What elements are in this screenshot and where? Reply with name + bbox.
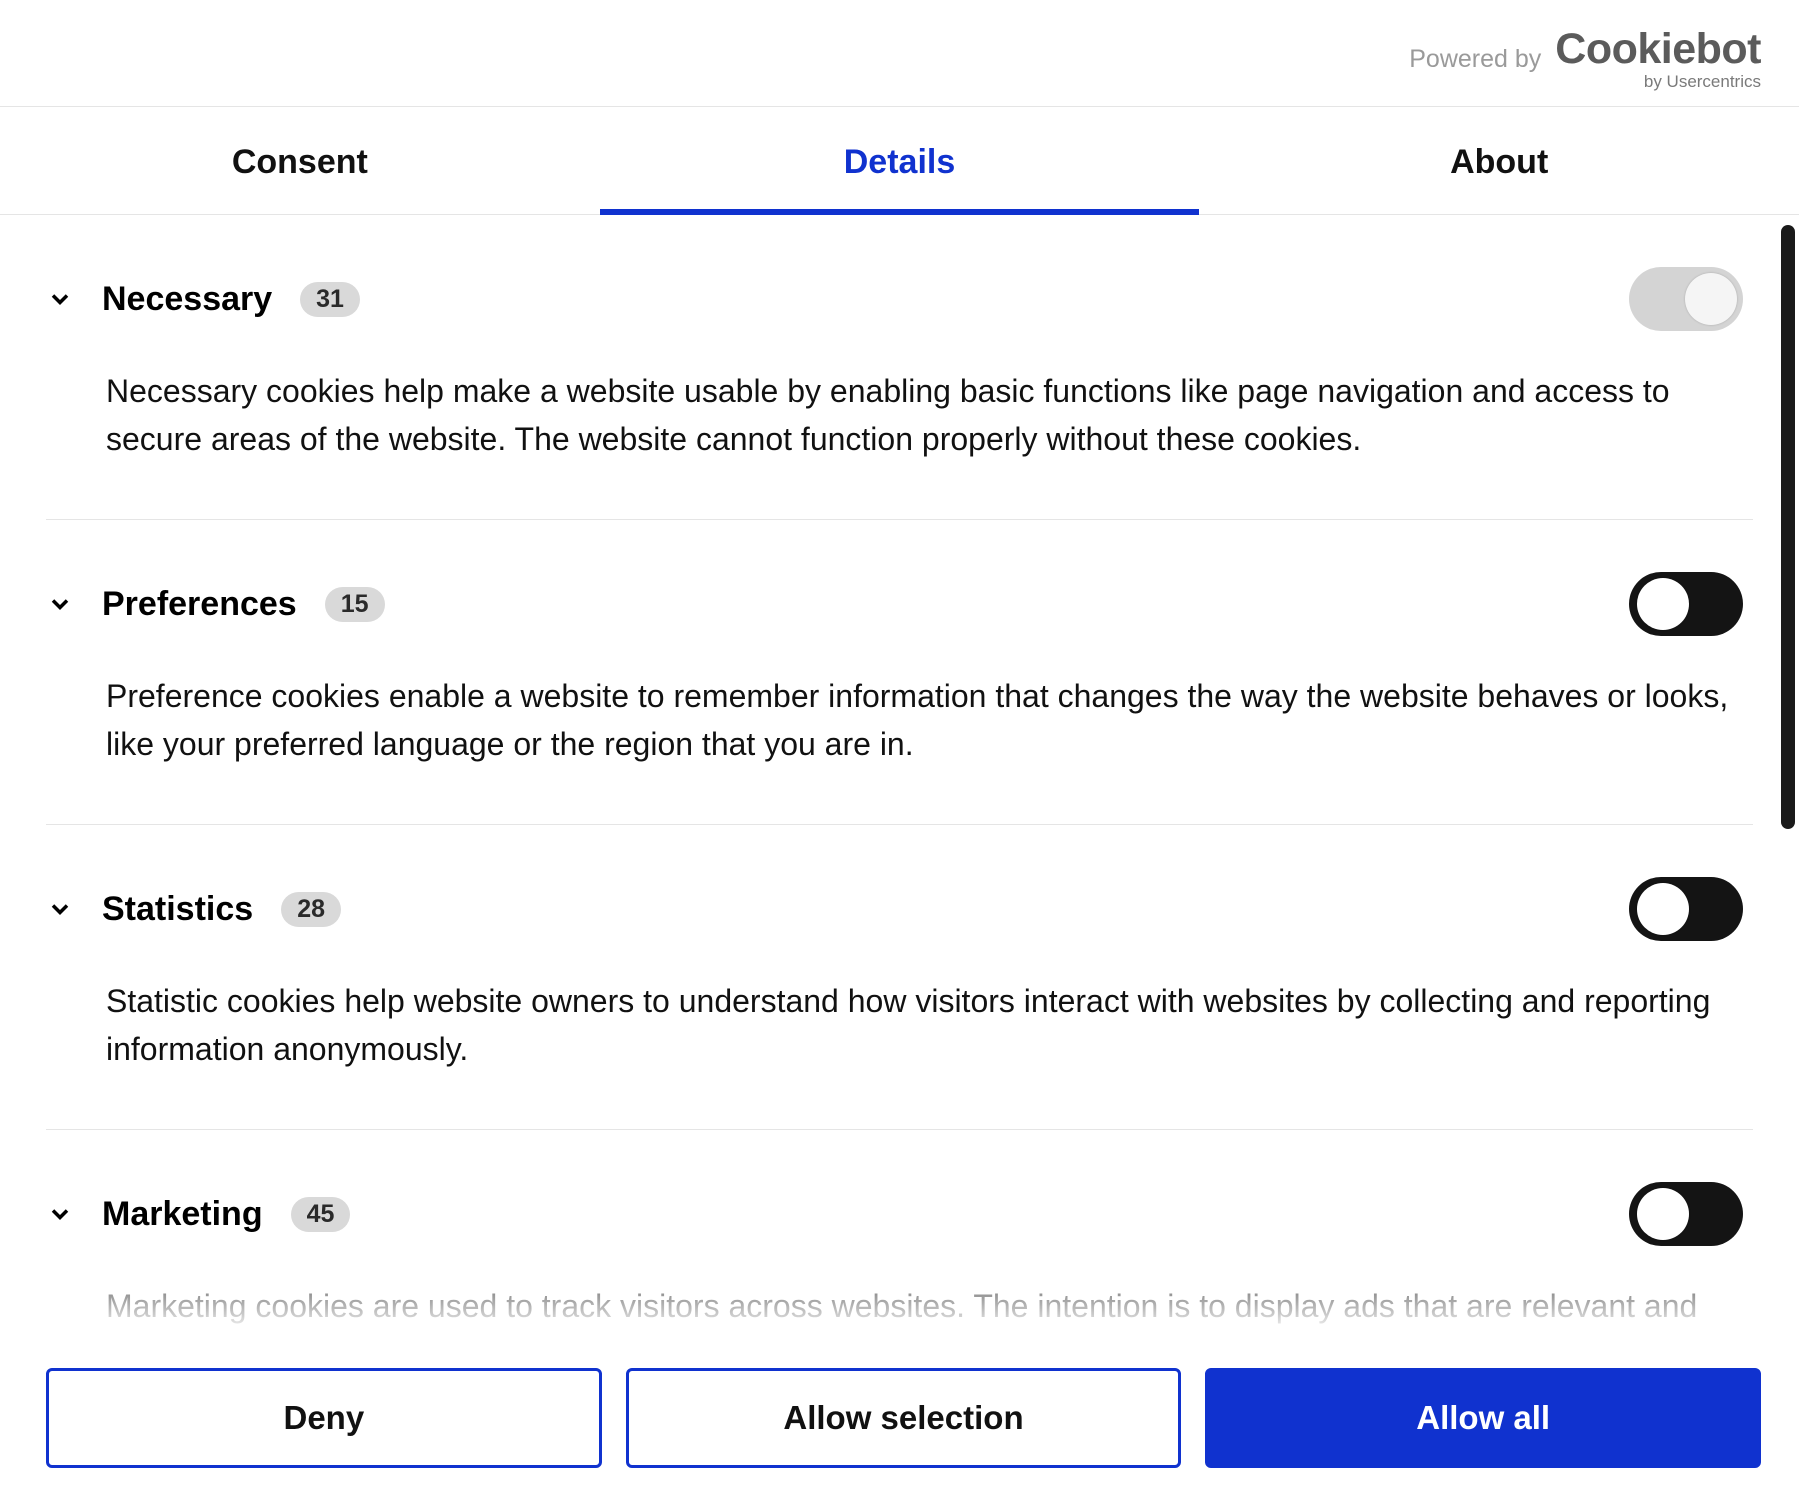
allow-selection-button[interactable]: Allow selection — [626, 1368, 1182, 1468]
tab-consent[interactable]: Consent — [0, 107, 600, 214]
category-count-badge: 28 — [281, 892, 341, 927]
toggle-marketing[interactable] — [1629, 1182, 1743, 1246]
content-wrapper: Necessary 31 Necessary cookies help make… — [0, 215, 1799, 1334]
chevron-down-icon[interactable] — [46, 895, 74, 923]
category-description: Preference cookies enable a website to r… — [106, 672, 1753, 768]
toggle-knob — [1637, 578, 1689, 630]
toggle-knob — [1637, 883, 1689, 935]
category-necessary: Necessary 31 Necessary cookies help make… — [46, 215, 1753, 520]
brand-sub: by Usercentrics — [1644, 73, 1761, 90]
category-description: Necessary cookies help make a website us… — [106, 367, 1753, 463]
deny-button[interactable]: Deny — [46, 1368, 602, 1468]
chevron-down-icon[interactable] — [46, 285, 74, 313]
toggle-knob — [1685, 273, 1737, 325]
chevron-down-icon[interactable] — [46, 1200, 74, 1228]
tab-about[interactable]: About — [1199, 107, 1799, 214]
category-title: Marketing — [102, 1195, 263, 1234]
category-count-badge: 45 — [291, 1197, 351, 1232]
chevron-down-icon[interactable] — [46, 590, 74, 618]
content-scroll[interactable]: Necessary 31 Necessary cookies help make… — [0, 215, 1799, 1334]
footer: Deny Allow selection Allow all — [0, 1334, 1799, 1502]
category-description: Marketing cookies are used to track visi… — [106, 1282, 1753, 1334]
category-title: Statistics — [102, 890, 253, 929]
cookiebot-logo: Cookiebot by Usercentrics — [1555, 28, 1761, 90]
allow-all-button[interactable]: Allow all — [1205, 1368, 1761, 1468]
toggle-preferences[interactable] — [1629, 572, 1743, 636]
category-count-badge: 15 — [325, 587, 385, 622]
category-preferences: Preferences 15 Preference cookies enable… — [46, 520, 1753, 825]
header: Powered by Cookiebot by Usercentrics — [0, 0, 1799, 107]
category-title: Necessary — [102, 280, 272, 319]
category-description: Statistic cookies help website owners to… — [106, 977, 1753, 1073]
category-count-badge: 31 — [300, 282, 360, 317]
toggle-knob — [1637, 1188, 1689, 1240]
powered-by-label[interactable]: Powered by Cookiebot by Usercentrics — [1409, 28, 1761, 90]
powered-by-text: Powered by — [1409, 45, 1541, 74]
category-header: Marketing 45 — [46, 1182, 1753, 1246]
category-header: Necessary 31 — [46, 267, 1753, 331]
scrollbar-thumb[interactable] — [1781, 225, 1795, 829]
category-header: Statistics 28 — [46, 877, 1753, 941]
category-marketing: Marketing 45 Marketing cookies are used … — [46, 1130, 1753, 1334]
scrollbar-track[interactable] — [1781, 225, 1795, 1324]
category-title: Preferences — [102, 585, 297, 624]
category-header: Preferences 15 — [46, 572, 1753, 636]
brand-name: Cookiebot — [1555, 28, 1761, 71]
tabs: Consent Details About — [0, 107, 1799, 215]
tab-details[interactable]: Details — [600, 107, 1200, 214]
category-statistics: Statistics 28 Statistic cookies help web… — [46, 825, 1753, 1130]
toggle-statistics[interactable] — [1629, 877, 1743, 941]
toggle-necessary — [1629, 267, 1743, 331]
